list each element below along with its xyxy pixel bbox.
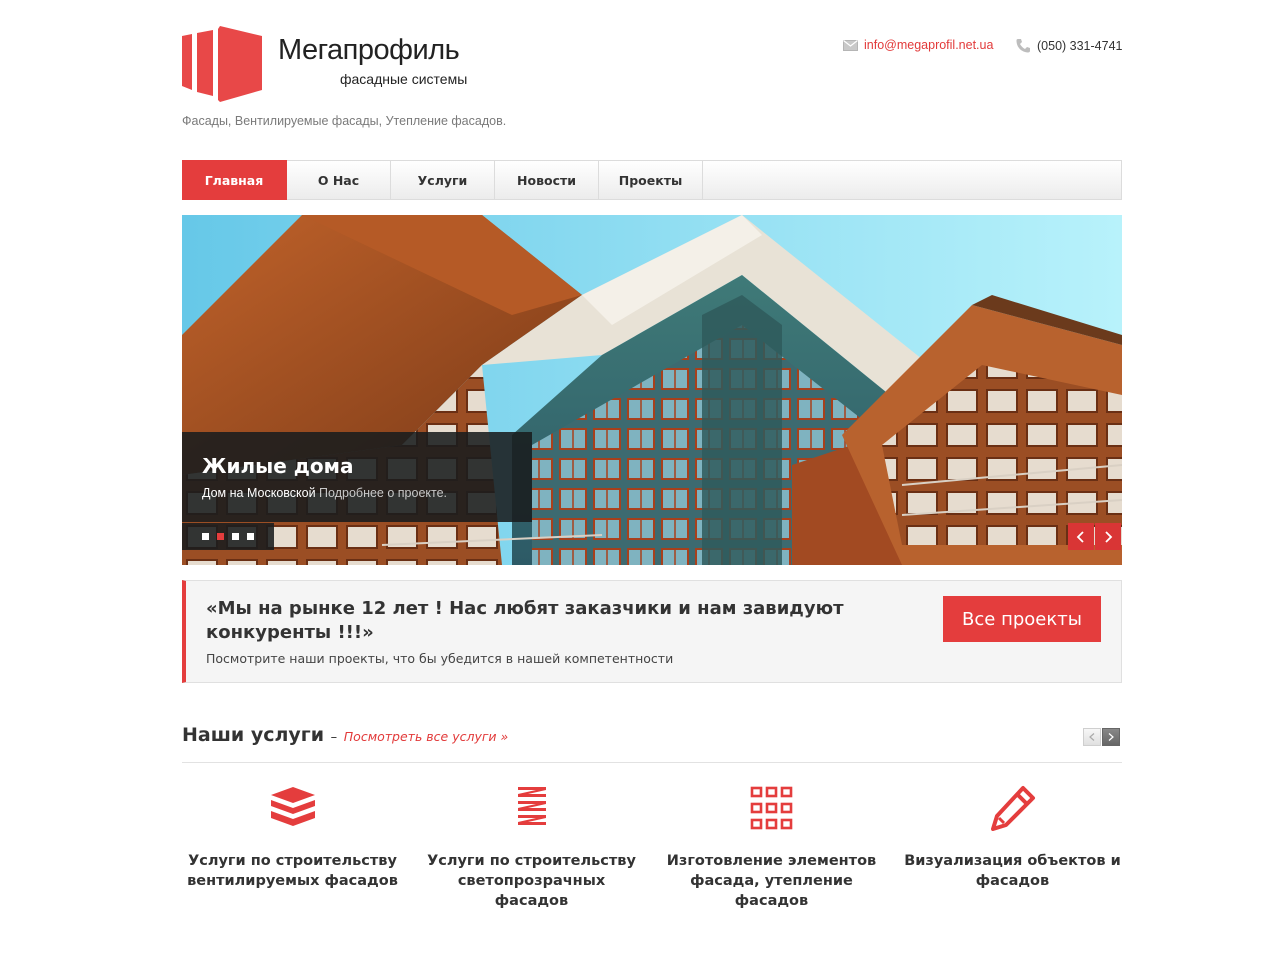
- logo-mark-icon: [182, 26, 262, 102]
- layers-icon: [270, 787, 315, 826]
- chevron-left-icon: [1076, 530, 1084, 543]
- slide-dot[interactable]: [232, 533, 239, 540]
- all-projects-button[interactable]: Все проекты: [943, 596, 1101, 642]
- slide-dot-active[interactable]: [217, 533, 224, 540]
- service-title: Изготовление элементов фасада, утепление…: [666, 853, 877, 909]
- brand-subtitle: фасадные системы: [340, 71, 468, 87]
- nav-item-services[interactable]: Услуги: [391, 161, 495, 199]
- phone-number: (050) 331-4741: [1037, 38, 1123, 53]
- services-heading: Наши услуги – Посмотреть все услуги »: [182, 724, 508, 746]
- nav-item-projects[interactable]: Проекты: [599, 161, 703, 199]
- email-link[interactable]: info@megaprofil.net.ua: [864, 38, 993, 52]
- slider-prev-button[interactable]: [1068, 523, 1094, 550]
- services-next-button[interactable]: [1102, 728, 1120, 746]
- services-separator: –: [330, 730, 338, 745]
- services-header: Наши услуги – Посмотреть все услуги »: [182, 724, 1122, 763]
- all-services-link[interactable]: Посмотреть все услуги »: [344, 729, 508, 744]
- service-card[interactable]: Услуги по строительству светопрозрачных …: [419, 785, 644, 911]
- slide-pagination: [182, 523, 274, 550]
- hero-slider[interactable]: Жилые дома Дом на Московской Подробнее о…: [182, 215, 1122, 565]
- chevron-right-icon: [1108, 733, 1114, 741]
- grid-icon: [750, 786, 792, 830]
- callout-title: «Мы на рынке 12 лет ! Нас любят заказчик…: [206, 598, 844, 643]
- slide-description: Дом на Московской Подробнее о проекте.: [202, 486, 512, 500]
- service-title: Услуги по строительству вентилируемых фа…: [187, 853, 398, 889]
- callout-box: «Мы на рынке 12 лет ! Нас любят заказчик…: [182, 580, 1122, 683]
- brand-name: Мегапрофиль: [278, 34, 460, 66]
- slider-next-button[interactable]: [1095, 523, 1121, 550]
- service-card[interactable]: Услуги по строительству вентилируемых фа…: [180, 785, 405, 891]
- site-tagline: Фасады, Вентилируемые фасады, Утепление …: [182, 114, 507, 128]
- slide-title: Жилые дома: [202, 454, 354, 478]
- services-title: Наши услуги: [182, 724, 325, 746]
- site-logo[interactable]: Мегапрофиль фасадные системы: [182, 26, 492, 102]
- slide-caption: Жилые дома Дом на Московской Подробнее о…: [182, 432, 532, 522]
- service-title: Услуги по строительству светопрозрачных …: [427, 853, 636, 909]
- envelope-icon: [843, 39, 858, 51]
- nav-item-home[interactable]: Главная: [182, 160, 287, 200]
- slide-dot[interactable]: [247, 533, 254, 540]
- contact-phone: (050) 331-4741: [1015, 38, 1122, 53]
- phone-icon: [1016, 39, 1030, 53]
- chevron-left-icon: [1089, 733, 1095, 741]
- service-card[interactable]: Визуализация объектов и фасадов: [900, 785, 1125, 891]
- main-nav: Главная О Нас Услуги Новости Проекты: [182, 160, 1122, 200]
- contact-email[interactable]: info@megaprofil.net.ua: [843, 38, 993, 52]
- stack-icon: [517, 787, 546, 825]
- service-title: Визуализация объектов и фасадов: [904, 853, 1121, 889]
- services-prev-button[interactable]: [1083, 728, 1101, 746]
- slide-dot[interactable]: [202, 533, 209, 540]
- chevron-right-icon: [1105, 530, 1113, 543]
- service-card[interactable]: Изготовление элементов фасада, утепление…: [659, 785, 884, 911]
- slide-more-link[interactable]: Подробнее о проекте.: [319, 486, 447, 500]
- nav-item-about[interactable]: О Нас: [287, 161, 391, 199]
- callout-subtitle: Посмотрите наши проекты, что бы убедится…: [206, 651, 674, 666]
- nav-item-news[interactable]: Новости: [495, 161, 599, 199]
- pencil-icon: [990, 786, 1035, 831]
- slide-text: Дом на Московской: [202, 486, 316, 500]
